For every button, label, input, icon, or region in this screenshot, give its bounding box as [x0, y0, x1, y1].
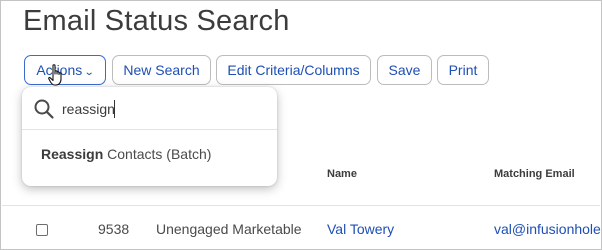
- chevron-down-icon: ⌄: [84, 67, 95, 78]
- search-icon: [34, 99, 54, 119]
- row-checkbox[interactable]: [36, 224, 48, 236]
- actions-dropdown-menu: Reassign Contacts (Batch): [22, 87, 277, 186]
- hand-pointer-icon: [48, 64, 62, 86]
- column-header-name[interactable]: Name: [327, 168, 357, 180]
- page-title: Email Status Search: [23, 5, 290, 37]
- column-header-matching-email[interactable]: Matching Email: [494, 168, 575, 180]
- menu-item-reassign-contacts[interactable]: Reassign Contacts (Batch): [41, 146, 211, 162]
- print-button[interactable]: Print: [437, 55, 489, 85]
- save-button[interactable]: Save: [377, 55, 432, 85]
- action-search-input[interactable]: [62, 98, 262, 120]
- menu-item-rest-text: Contacts (Batch): [103, 146, 212, 162]
- row-email-link[interactable]: val@infusionhole.: [494, 221, 602, 237]
- row-id: 9538: [98, 221, 130, 237]
- edit-criteria-columns-button[interactable]: Edit Criteria/Columns: [216, 55, 371, 85]
- row-name-link[interactable]: Val Towery: [327, 221, 394, 237]
- text-caret: [114, 100, 115, 118]
- new-search-button[interactable]: New Search: [112, 55, 211, 85]
- table-row: 9538 Unengaged Marketable Val Towery val…: [1, 215, 602, 245]
- row-status: Unengaged Marketable: [156, 221, 302, 237]
- menu-item-match-text: Reassign: [41, 146, 104, 162]
- table-divider: [2, 205, 600, 206]
- dropdown-search: [22, 87, 277, 130]
